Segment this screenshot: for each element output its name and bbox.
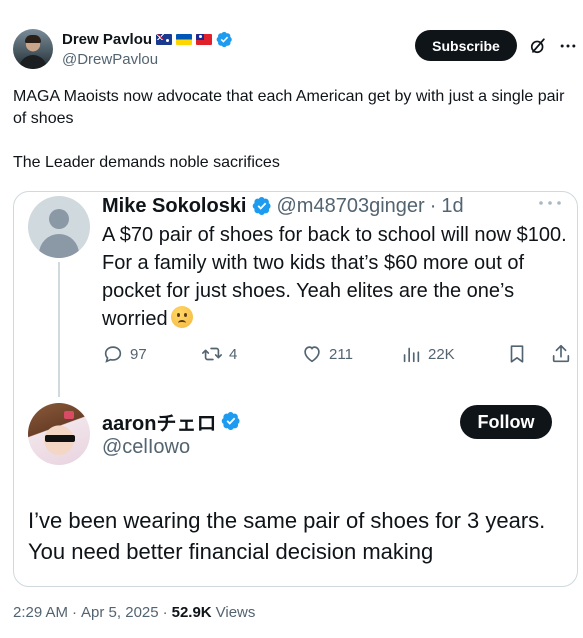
- reply-author-handle[interactable]: @celIowo: [102, 436, 190, 459]
- author-handle[interactable]: @DrewPavlou: [62, 51, 158, 68]
- views-count: 22K: [428, 345, 455, 363]
- separator-dot: ·: [162, 604, 168, 621]
- reply-count: 97: [130, 345, 147, 363]
- author-avatar[interactable]: [13, 29, 53, 69]
- views-count[interactable]: 52.9K: [172, 604, 212, 621]
- author-name-row: Drew Pavlou: [62, 30, 233, 48]
- separator-dot: ·: [429, 194, 437, 217]
- avatar-sunglasses: [45, 435, 75, 442]
- reply-post-text: I’ve been wearing the same pair of shoes…: [28, 508, 546, 564]
- reply-author-name[interactable]: aaronチェロ: [102, 407, 216, 436]
- like-action[interactable]: 211: [301, 342, 353, 366]
- bookmark-icon: [510, 345, 524, 363]
- default-avatar-body: [39, 234, 79, 258]
- original-author-handle[interactable]: @m48703ginger: [277, 195, 425, 218]
- default-avatar-head: [49, 209, 69, 229]
- follow-button[interactable]: Follow: [460, 405, 552, 439]
- views-action[interactable]: 22K: [400, 342, 455, 366]
- reply-author-avatar[interactable]: [28, 403, 90, 465]
- like-count: 211: [329, 345, 353, 363]
- reply-icon: [104, 346, 122, 363]
- reply-action[interactable]: 97: [102, 342, 147, 366]
- post-date[interactable]: Apr 5, 2025: [81, 604, 159, 621]
- separator-dot: ·: [72, 604, 78, 621]
- more-options-icon[interactable]: [537, 198, 563, 208]
- like-heart-icon: [304, 346, 320, 363]
- original-author-name[interactable]: Mike Sokoloski: [102, 195, 247, 218]
- repost-count: 4: [229, 345, 238, 363]
- grok-icon[interactable]: [528, 36, 548, 56]
- share-icon: [552, 344, 570, 363]
- post: Drew Pavlou @DrewPavlou Subscribe MAGA M…: [0, 0, 583, 638]
- verified-badge-icon[interactable]: [252, 196, 272, 216]
- share-action[interactable]: [550, 342, 572, 366]
- views-label: Views: [215, 604, 256, 621]
- verified-badge-icon[interactable]: [216, 31, 233, 48]
- verified-badge-icon[interactable]: [221, 411, 241, 431]
- avatar-hair: [25, 35, 41, 43]
- post-text: MAGA Maoists now advocate that each Amer…: [13, 86, 573, 174]
- more-options-icon[interactable]: [558, 36, 578, 56]
- repost-action[interactable]: 4: [201, 342, 237, 366]
- avatar-shirt: [19, 55, 47, 69]
- post-meta-footer: 2:29 AM · Apr 5, 2025 · 52.9K Views: [13, 604, 255, 621]
- avatar-bow: [64, 411, 74, 419]
- analytics-bars-icon: [403, 347, 420, 363]
- quoted-image-card[interactable]: Mike Sokoloski @m48703ginger · 1d A $70 pa…: [13, 191, 578, 587]
- ukraine-flag-icon: [176, 33, 193, 45]
- worried-face-emoji-icon: [170, 306, 193, 328]
- taiwan-flag-icon: [196, 33, 213, 45]
- thread-connector-line: [58, 262, 60, 397]
- original-author-avatar[interactable]: [28, 196, 90, 258]
- repost-icon: [202, 347, 222, 361]
- reply-author-row: aaronチェロ: [102, 407, 241, 436]
- bookmark-action[interactable]: [506, 342, 528, 366]
- original-post-time[interactable]: 1d: [441, 195, 463, 218]
- subscribe-button[interactable]: Subscribe: [415, 30, 517, 61]
- original-post-actions: 97 4 211 22K: [102, 342, 572, 366]
- author-display-name[interactable]: Drew Pavlou: [62, 31, 152, 48]
- post-text-line-2: The Leader demands noble sacrifices: [13, 154, 280, 171]
- australia-flag-icon: [156, 33, 173, 45]
- post-time[interactable]: 2:29 AM: [13, 604, 68, 621]
- original-post-text: A $70 pair of shoes for back to school w…: [102, 221, 572, 333]
- original-author-row: Mike Sokoloski @m48703ginger · 1d: [102, 193, 464, 219]
- post-text-line-1: MAGA Maoists now advocate that each Amer…: [13, 88, 565, 127]
